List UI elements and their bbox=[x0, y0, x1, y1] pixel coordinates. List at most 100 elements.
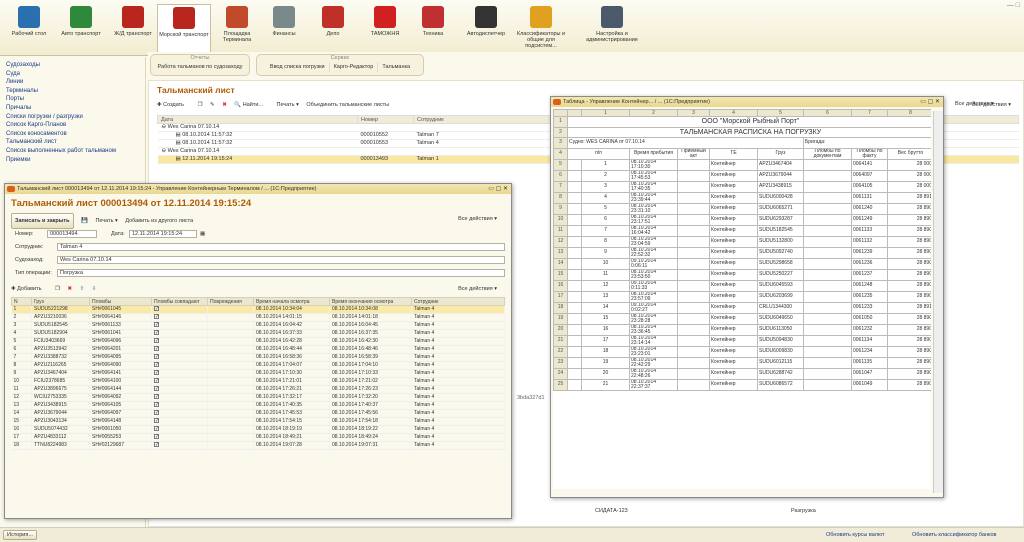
table-row[interactable]: 2 APZU3210036 SH#0064146 ✓ 08.10.2014 14:01:… bbox=[11, 313, 505, 322]
sidebar-item[interactable]: Список выполненных работ тальманом bbox=[0, 147, 145, 156]
section-truck[interactable]: Авто транспорт bbox=[54, 4, 108, 52]
sidebar-item[interactable]: Списки погрузки / разгрузки bbox=[0, 113, 145, 122]
col-n[interactable]: N bbox=[11, 297, 32, 306]
talmanka-button[interactable]: Тальманка bbox=[377, 62, 414, 72]
checkbox[interactable]: ✓ bbox=[154, 322, 159, 328]
checkbox[interactable]: ✓ bbox=[154, 386, 159, 392]
edit-icon[interactable]: ✎ bbox=[210, 102, 215, 108]
merge-lists-button[interactable]: Объединить тальманские листы bbox=[306, 102, 389, 108]
section-folder[interactable]: Классификаторы и общие для подсистем... bbox=[514, 4, 568, 52]
column-number[interactable]: 1 bbox=[581, 109, 630, 117]
checkbox[interactable]: ✓ bbox=[154, 338, 159, 344]
add-row-button[interactable]: ✚ Добавить bbox=[11, 286, 47, 292]
checkbox[interactable]: ✓ bbox=[154, 410, 159, 416]
sidebar-item[interactable]: Терминалы bbox=[0, 87, 145, 96]
col-end-time[interactable]: Время окончания осмотра bbox=[329, 297, 412, 306]
checkbox[interactable]: ✓ bbox=[154, 378, 159, 384]
load-list-input-button[interactable]: Ввод списка погрузки bbox=[266, 62, 329, 72]
history-button[interactable]: История... bbox=[3, 530, 37, 540]
table-row[interactable]: 9 APZU3467404 SH#0064141 ✓ 08.10.2014 17:10:… bbox=[11, 369, 505, 378]
add-from-other-button[interactable]: Добавить из другого листа bbox=[125, 218, 193, 224]
checkbox[interactable]: ✓ bbox=[154, 394, 159, 400]
checkbox[interactable]: ✓ bbox=[154, 362, 159, 368]
checkbox[interactable]: ✓ bbox=[154, 314, 159, 320]
table-row[interactable]: 6 APZU3513942 SH#0064201 ✓ 08.10.2014 16:48:… bbox=[11, 345, 505, 354]
window-controls-icon[interactable]: ▭ ▢ ✕ bbox=[920, 97, 940, 107]
checkbox[interactable]: ✓ bbox=[154, 354, 159, 360]
save-close-button[interactable]: Записать и закрыть bbox=[11, 213, 74, 229]
copy-icon[interactable]: ❐ bbox=[198, 102, 203, 108]
sidebar-item[interactable]: Тальманский лист bbox=[0, 138, 145, 147]
col-seals-match[interactable]: Пломбы совпадают bbox=[151, 297, 208, 306]
table-row[interactable]: 18 TTNU8224983 SH#02129687 ✓ 08.10.2014 19:0… bbox=[11, 441, 505, 450]
column-number[interactable]: 2 bbox=[629, 109, 678, 117]
col-seals[interactable]: Пломбы bbox=[89, 297, 152, 306]
checkbox[interactable]: ✓ bbox=[154, 426, 159, 432]
table-row[interactable]: 5 FCIU3403669 SH#0064096 ✓ 08.10.2014 16:42:… bbox=[11, 337, 505, 346]
section-monitor[interactable]: Рабочий стол bbox=[2, 4, 56, 52]
table-row[interactable]: 13 APZU3438915 SH#0064105 ✓ 08.10.2014 17:40… bbox=[11, 401, 505, 410]
table-row[interactable]: 15 APZU3043134 SH#0064148 ✓ 08.10.2014 17:54… bbox=[11, 417, 505, 426]
create-button[interactable]: ✚ Создать bbox=[157, 102, 190, 108]
update-banks-link[interactable]: Обновить классификатор банков bbox=[912, 532, 996, 538]
update-rates-link[interactable]: Обновить курсы валют bbox=[826, 532, 885, 538]
checkbox[interactable]: ✓ bbox=[154, 434, 159, 440]
checkbox[interactable]: ✓ bbox=[154, 370, 159, 376]
sheet-titlebar[interactable]: Таблица - Управление Контейнер... / ... … bbox=[551, 97, 943, 107]
sidebar-item[interactable]: Порты bbox=[0, 95, 145, 104]
section-crane[interactable]: Техника bbox=[406, 4, 460, 52]
table-row[interactable]: 3 SUDU5182545 SH#0061133 ✓ 08.10.2014 16:04:… bbox=[11, 321, 505, 330]
section-container[interactable]: Депо bbox=[306, 4, 360, 52]
column-number[interactable]: 8 bbox=[887, 109, 931, 117]
column-number[interactable]: 4 bbox=[709, 109, 758, 117]
column-number[interactable]: 7 bbox=[851, 109, 888, 117]
sheet-area[interactable]: 1234567891ООО "Морской Рыбный Порт"2ТАЛЬ… bbox=[553, 109, 931, 489]
column-number[interactable]: 5 bbox=[757, 109, 804, 117]
table-row[interactable]: 17 APZU4833112 SH#0055253 ✓ 08.10.2014 18:49… bbox=[11, 433, 505, 442]
print-button[interactable]: Печать ▾ bbox=[277, 102, 299, 108]
column-number[interactable]: 3 bbox=[677, 109, 710, 117]
checkbox[interactable]: ✓ bbox=[154, 306, 159, 312]
section-ship[interactable]: Морской транспорт bbox=[157, 4, 211, 57]
table-row[interactable]: 14 APZU3679044 SH#0064097 ✓ 08.10.2014 17:45… bbox=[11, 409, 505, 418]
section-traffic-light[interactable]: Автодиспетчер bbox=[459, 4, 513, 52]
checkbox[interactable]: ✓ bbox=[154, 442, 159, 448]
sidebar-item[interactable]: Список Карго-Планов bbox=[0, 121, 145, 130]
table-row[interactable]: 4 SUDU5182904 SH#0061041 ✓ 08.10.2014 16:37:… bbox=[11, 329, 505, 338]
checkbox[interactable]: ✓ bbox=[154, 346, 159, 352]
sidebar-item[interactable]: Судозаходы bbox=[0, 61, 145, 70]
delete-icon[interactable]: ✖ bbox=[222, 102, 227, 108]
copy-row-icon[interactable]: ❐ bbox=[55, 286, 60, 292]
section-cash[interactable]: Финансы bbox=[257, 4, 311, 52]
checkbox[interactable]: ✓ bbox=[154, 418, 159, 424]
table-row[interactable]: 1 SUDU5221298 SH#0061045 ✓ 08.10.2014 10:34:… bbox=[11, 305, 505, 314]
sidebar-item[interactable]: Линии bbox=[0, 78, 145, 87]
sidebar-item[interactable]: Суда bbox=[0, 70, 145, 79]
sheet-scrollbar[interactable] bbox=[933, 111, 943, 493]
col-cargo[interactable]: Груз bbox=[31, 297, 90, 306]
number-field[interactable]: 000013494 bbox=[47, 230, 97, 238]
doc-all-actions-button[interactable]: Все действия ▾ bbox=[458, 213, 497, 225]
print-button[interactable]: Печать ▾ bbox=[95, 218, 117, 224]
checkbox[interactable]: ✓ bbox=[154, 330, 159, 336]
table-row[interactable]: 7 APZU3388732 SH#0064095 ✓ 08.10.2014 16:58:… bbox=[11, 353, 505, 362]
operation-field[interactable]: Погрузка bbox=[57, 269, 505, 277]
col-start-time[interactable]: Время начала осмотра bbox=[253, 297, 330, 306]
calendar-icon[interactable]: ▦ bbox=[200, 229, 205, 239]
doc-titlebar[interactable]: Тальманский лист 000013494 от 12.11.2014… bbox=[5, 184, 511, 194]
sidebar-item[interactable]: Причалы bbox=[0, 104, 145, 113]
table-all-actions-button[interactable]: Все действия ▾ bbox=[458, 283, 497, 295]
table-row[interactable]: 11 APZU3896675 SH#0064144 ✓ 08.10.2014 17:26… bbox=[11, 385, 505, 394]
col-date[interactable]: Дата bbox=[157, 115, 358, 124]
table-row[interactable]: 10 FCIU2378685 SH#0064100 ✓ 08.10.2014 17:21… bbox=[11, 377, 505, 386]
window-controls-icon[interactable]: ▭ ▢ ✕ bbox=[488, 184, 508, 194]
date-field[interactable]: 12.11.2014 19:15:24 bbox=[129, 230, 197, 238]
voyage-field[interactable]: Wes Carina 07.10.14 bbox=[57, 256, 505, 264]
sidebar-item[interactable]: Приемки bbox=[0, 156, 145, 165]
column-number[interactable]: 6 bbox=[803, 109, 852, 117]
report-talmen-work-button[interactable]: Работа тальманов по судозаходу bbox=[154, 62, 247, 72]
checkbox[interactable]: ✓ bbox=[154, 402, 159, 408]
col-number[interactable]: Номер bbox=[357, 115, 414, 124]
table-row[interactable]: 8 APZU2116265 SH#0064090 ✓ 08.10.2014 17:04:… bbox=[11, 361, 505, 370]
window-controls[interactable]: — □ bbox=[1007, 2, 1020, 9]
